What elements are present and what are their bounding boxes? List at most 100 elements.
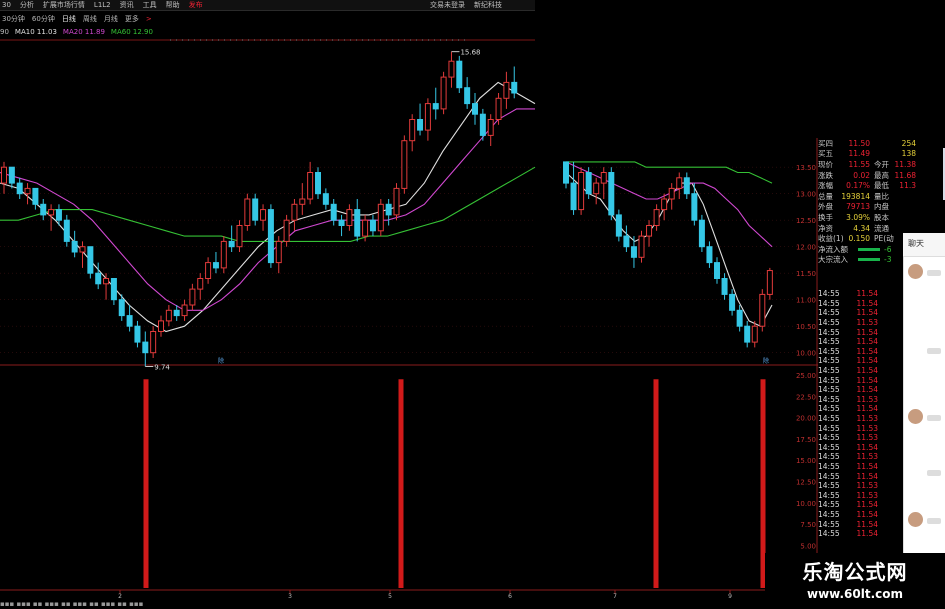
tick-price: 11.54 <box>856 375 878 385</box>
tick-time: 14:55 <box>818 394 840 404</box>
candle <box>503 71 510 109</box>
tick-price: 11.54 <box>856 308 878 318</box>
flow-value: -3 <box>884 255 892 265</box>
candle <box>563 161 569 189</box>
tick-row: 14:55 11.53 <box>818 490 888 500</box>
candle <box>385 199 392 226</box>
candle-body <box>653 209 660 227</box>
event-marker: 除 <box>218 357 224 365</box>
ma-line-ma10 <box>0 81 536 333</box>
candle <box>40 199 47 221</box>
candle-body <box>24 187 31 195</box>
candle-body <box>126 315 133 327</box>
tick-time: 14:55 <box>818 481 840 491</box>
candle-body <box>369 219 376 232</box>
candle-body <box>150 331 157 354</box>
candle-body <box>244 198 251 226</box>
candle-body <box>55 209 62 221</box>
candle <box>346 204 353 231</box>
quote-label: 外盘 <box>818 202 833 212</box>
indicator-tick-label: 7.50 <box>800 521 816 529</box>
tick-row: 14:55 11.54 <box>818 443 888 453</box>
candle-body <box>330 203 337 221</box>
price-tick-label: 12.00 <box>796 244 816 252</box>
candle <box>291 199 298 231</box>
tick-price: 11.53 <box>856 414 878 424</box>
flow-label: 大宗流入 <box>818 255 848 265</box>
candle-body <box>503 81 510 99</box>
candle <box>479 108 486 141</box>
candle-body <box>16 182 23 195</box>
candle-body <box>173 309 180 317</box>
candle <box>79 241 86 268</box>
chat-message-placeholder <box>927 270 941 276</box>
candle-body <box>48 209 55 216</box>
candle <box>456 55 463 93</box>
candle <box>661 193 668 221</box>
signal-bar <box>143 379 149 588</box>
quote-row: 换手 3.09% 股本 <box>818 212 943 223</box>
candle <box>1 161 7 194</box>
candle-body <box>315 172 321 195</box>
candle <box>220 236 227 274</box>
tick-row: 14:55 11.54 <box>818 471 888 481</box>
candle <box>744 320 751 348</box>
avatar[interactable] <box>908 409 923 424</box>
tick-row: 14:55 11.54 <box>818 327 888 337</box>
stock-chart[interactable]: 13.50 13.00 12.50 12.00 11.50 11.00 10.50 10.00… <box>0 0 945 609</box>
tick-row: 14:55 11.53 <box>818 452 888 462</box>
candle-body <box>759 293 766 327</box>
candle-body <box>409 119 416 142</box>
avatar[interactable] <box>908 264 923 279</box>
tick-price: 11.54 <box>856 509 878 519</box>
chat-tab[interactable]: 聊天 <box>903 233 945 257</box>
candle-body <box>691 193 698 221</box>
candle-body <box>346 209 353 227</box>
candle-body <box>456 60 463 89</box>
candle <box>424 98 431 141</box>
candle <box>691 183 698 226</box>
candle <box>683 172 690 199</box>
candle <box>338 214 345 237</box>
candle-body <box>661 198 668 211</box>
indicator-tick-label: 20.00 <box>796 415 816 423</box>
candle-body <box>134 325 141 343</box>
candle-body <box>377 203 384 232</box>
tick-row: 14:55 11.54 <box>818 500 888 510</box>
quote-value: 254 <box>901 138 916 148</box>
candle <box>260 204 267 231</box>
candle-body <box>744 325 751 343</box>
candle <box>721 273 728 300</box>
candle <box>393 183 400 221</box>
candle-body <box>260 209 267 221</box>
tick-time: 14:55 <box>818 308 840 318</box>
tick-row: 14:55 11.54 <box>818 510 888 520</box>
tick-row: 14:55 11.53 <box>818 318 888 328</box>
chat-message-placeholder <box>927 518 941 524</box>
candle <box>464 77 471 109</box>
candle-body <box>307 172 314 200</box>
avatar[interactable] <box>908 512 923 527</box>
candle <box>24 183 31 205</box>
quote-value: 4.34 <box>853 223 870 233</box>
candle-body <box>8 166 15 184</box>
candle-body <box>158 320 164 332</box>
candle <box>653 204 660 231</box>
candle <box>638 230 645 263</box>
candle-body <box>283 219 290 242</box>
candle <box>736 305 743 332</box>
candle <box>511 66 518 99</box>
tick-time: 14:55 <box>818 366 840 376</box>
candle-body <box>714 262 720 280</box>
chat-tab-label[interactable]: 聊天 <box>908 239 924 248</box>
quote-label: 最高 <box>874 170 889 180</box>
candle <box>307 161 314 205</box>
high-price-label: 15.68 <box>460 49 480 57</box>
candle <box>676 172 683 199</box>
price-tick-label: 13.00 <box>796 191 816 199</box>
tick-time: 14:55 <box>818 509 840 519</box>
candle <box>448 51 455 88</box>
quote-label: 换手 <box>818 212 833 222</box>
signal-bar <box>398 379 404 588</box>
candle <box>623 225 630 252</box>
